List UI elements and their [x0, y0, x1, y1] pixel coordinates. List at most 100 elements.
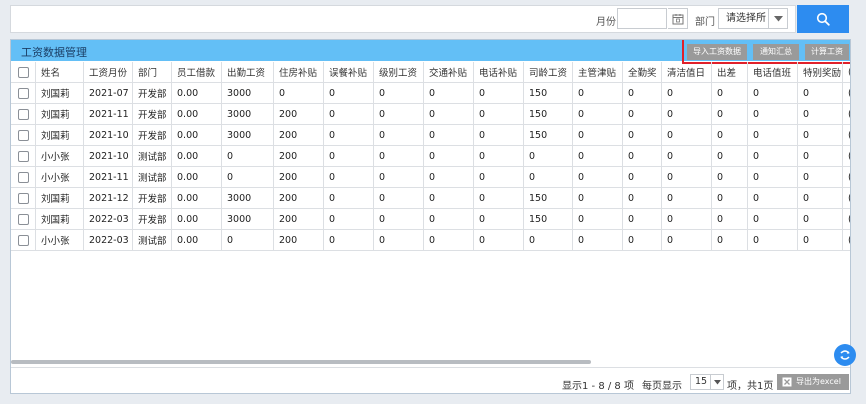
dept-select[interactable]: 请选择所 [718, 8, 788, 29]
table-cell: 0 [424, 167, 474, 187]
select-cell [11, 230, 36, 250]
select-all-checkbox[interactable] [17, 66, 29, 78]
column-header[interactable]: 电话补贴 [474, 62, 524, 82]
column-header[interactable]: 部门 [133, 62, 172, 82]
pager-suffix: 项，共1页 [727, 381, 774, 392]
select-cell [11, 167, 36, 187]
table-cell: 0 [662, 188, 712, 208]
horizontal-scrollbar[interactable] [11, 360, 591, 364]
table-cell: 0 [623, 104, 662, 124]
table-cell: 开发部 [133, 188, 172, 208]
search-button[interactable] [797, 5, 849, 33]
table-row[interactable]: 小小张2021-11测试部0.00020000000000000( [11, 167, 850, 188]
table-cell: 200 [274, 104, 324, 124]
table-cell: 刘国莉 [36, 83, 84, 103]
month-input[interactable] [617, 8, 667, 29]
table-cell: 0 [324, 167, 374, 187]
page-size-select[interactable]: 15 [690, 374, 724, 390]
pager-summary: 显示1 - 8 / 8 项 [562, 381, 634, 392]
column-header[interactable]: 特别奖励 [798, 62, 843, 82]
table-cell: 0 [573, 167, 623, 187]
dept-label: 部门 [695, 17, 715, 28]
excel-icon [782, 377, 792, 387]
table-cell: 0 [474, 125, 524, 145]
table-row[interactable]: 刘国莉2021-07开发部0.00300000000150000000( [11, 83, 850, 104]
table-cell: 0 [748, 83, 798, 103]
table-cell: 0 [798, 125, 843, 145]
table-cell: 0 [324, 209, 374, 229]
row-checkbox[interactable] [17, 87, 29, 99]
column-header[interactable]: 住房补贴 [274, 62, 324, 82]
table-cell: 0 [474, 209, 524, 229]
table-cell: 0 [798, 104, 843, 124]
per-page-label: 每页显示 [642, 381, 682, 392]
column-header[interactable]: ( [843, 62, 850, 82]
table-cell: 0 [748, 146, 798, 166]
row-checkbox[interactable] [17, 108, 29, 120]
export-excel-button[interactable]: 导出为excel [777, 374, 849, 390]
table-row[interactable]: 刘国莉2021-11开发部0.0030002000000150000000( [11, 104, 850, 125]
table-cell: 0 [623, 83, 662, 103]
column-header[interactable]: 员工借款 [172, 62, 222, 82]
table-row[interactable]: 刘国莉2021-12开发部0.0030002000000150000000( [11, 188, 850, 209]
column-header[interactable]: 全勤奖 [623, 62, 662, 82]
column-header[interactable]: 电话值班 [748, 62, 798, 82]
table-cell: 0 [798, 83, 843, 103]
table-cell: ( [843, 83, 850, 103]
table-cell: 0 [712, 146, 748, 166]
row-checkbox[interactable] [17, 192, 29, 204]
table-cell: 0 [573, 83, 623, 103]
row-checkbox[interactable] [17, 234, 29, 246]
table-cell: 150 [524, 104, 573, 124]
table-cell: 200 [274, 230, 324, 250]
table-cell: 0 [374, 104, 424, 124]
table-cell: 0 [662, 104, 712, 124]
table-cell: ( [843, 167, 850, 187]
table-row[interactable]: 刘国莉2022-03开发部0.0030002000000150000000( [11, 209, 850, 230]
table-cell: 0.00 [172, 83, 222, 103]
row-checkbox[interactable] [17, 129, 29, 141]
column-header[interactable]: 主管津贴 [573, 62, 623, 82]
table-cell: 0 [424, 104, 474, 124]
table-row[interactable]: 刘国莉2021-10开发部0.0030002000000150000000( [11, 125, 850, 146]
table-cell: 0 [374, 167, 424, 187]
column-header[interactable]: 姓名 [36, 62, 84, 82]
table-cell: 0 [424, 209, 474, 229]
table-cell: 0 [712, 83, 748, 103]
table-cell: 0 [712, 104, 748, 124]
table-cell: 0.00 [172, 125, 222, 145]
table-cell: 2021-11 [84, 104, 133, 124]
table-cell: 150 [524, 83, 573, 103]
table-cell: 0 [712, 167, 748, 187]
table-cell: 0 [623, 167, 662, 187]
table-cell: 0 [424, 146, 474, 166]
table-cell: 0 [474, 188, 524, 208]
table-cell: 0 [424, 83, 474, 103]
column-header[interactable]: 交通补贴 [424, 62, 474, 82]
column-header[interactable]: 误餐补贴 [324, 62, 374, 82]
row-checkbox[interactable] [17, 171, 29, 183]
table-cell: 0 [524, 167, 573, 187]
row-checkbox[interactable] [17, 213, 29, 225]
table-row[interactable]: 小小张2021-10测试部0.00020000000000000( [11, 146, 850, 167]
column-header[interactable]: 出差 [712, 62, 748, 82]
column-header[interactable]: 出勤工资 [222, 62, 274, 82]
table-cell: 0 [662, 83, 712, 103]
column-header[interactable]: 工资月份 [84, 62, 133, 82]
panel-title: 工资数据管理 [21, 46, 87, 59]
table-cell: 0 [374, 83, 424, 103]
row-checkbox[interactable] [17, 150, 29, 162]
table-cell: 2021-10 [84, 146, 133, 166]
table-cell: 0 [374, 209, 424, 229]
sync-icon[interactable] [834, 344, 856, 366]
table-cell: 小小张 [36, 167, 84, 187]
column-header[interactable]: 级别工资 [374, 62, 424, 82]
table-header-row: 姓名 工资月份 部门 员工借款 出勤工资 住房补贴 误餐补贴 级别工资 交通补贴 电话补贴 司龄工资… [11, 62, 850, 83]
table-row[interactable]: 小小张2022-03测试部0.00020000000000000( [11, 230, 850, 251]
column-header[interactable]: 清洁值日 [662, 62, 712, 82]
calendar-icon[interactable] [668, 8, 688, 29]
table-cell: 0 [524, 146, 573, 166]
column-header[interactable]: 司龄工资 [524, 62, 573, 82]
select-cell [11, 209, 36, 229]
table-cell: 0 [798, 209, 843, 229]
